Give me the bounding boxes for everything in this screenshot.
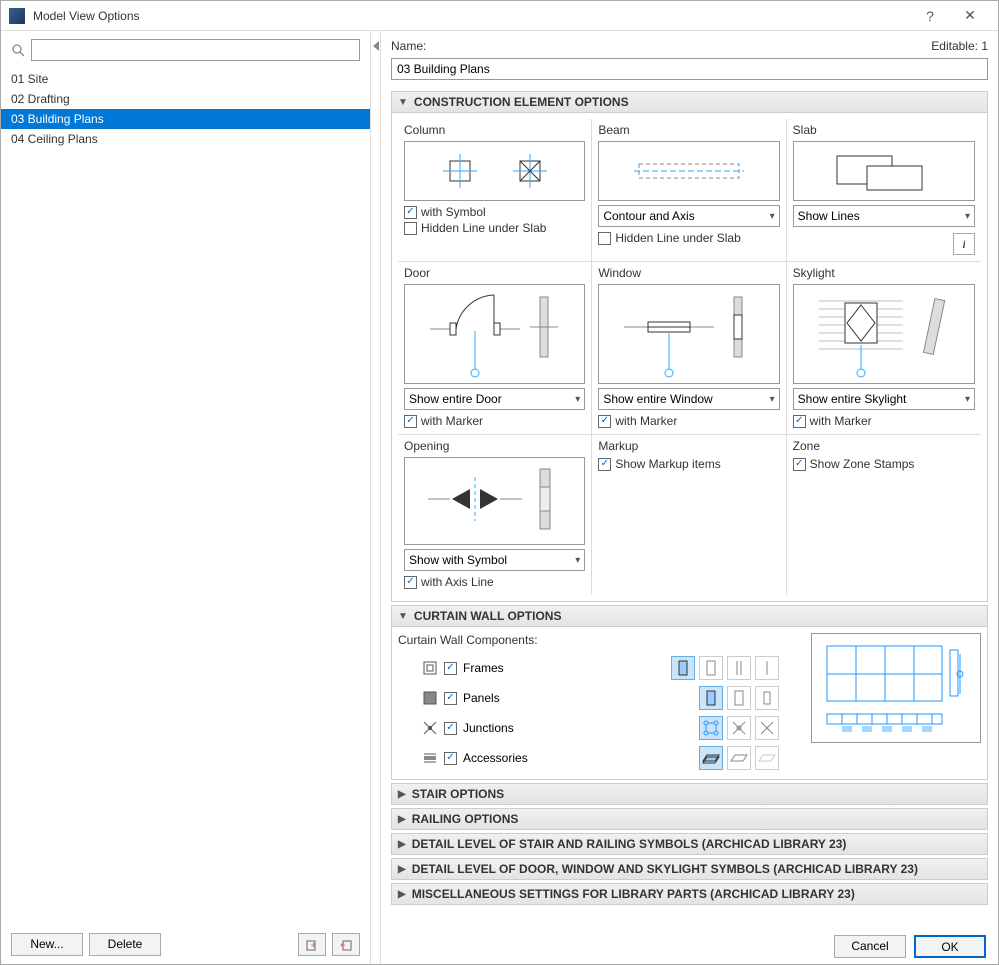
frames-icon	[422, 660, 438, 676]
chevron-down-icon: ▼	[398, 97, 408, 108]
skylight-marker-checkbox[interactable]	[793, 415, 806, 428]
panels-icon	[422, 690, 438, 706]
preset-list[interactable]: 01 Site 02 Drafting 03 Building Plans 04…	[1, 69, 370, 925]
zone-checkbox[interactable]	[793, 458, 806, 471]
column-label: Column	[404, 123, 585, 137]
door-select[interactable]: Show entire Door▾	[404, 388, 585, 410]
window-select[interactable]: Show entire Window▾	[598, 388, 779, 410]
section-detail-stair-header[interactable]: ▶DETAIL LEVEL OF STAIR AND RAILING SYMBO…	[391, 833, 988, 855]
accessories-opt-1[interactable]	[699, 746, 723, 770]
chevron-down-icon: ▾	[965, 211, 970, 222]
list-item[interactable]: 03 Building Plans	[1, 109, 370, 129]
junctions-checkbox[interactable]	[444, 722, 457, 735]
search-input[interactable]	[31, 39, 360, 61]
section-detail-door-header[interactable]: ▶DETAIL LEVEL OF DOOR, WINDOW AND SKYLIG…	[391, 858, 988, 880]
chevron-down-icon: ▾	[770, 394, 775, 405]
cancel-button[interactable]: Cancel	[834, 935, 906, 958]
frames-opt-1[interactable]	[671, 656, 695, 680]
close-button[interactable]: ✕	[950, 3, 990, 28]
section-stair-header[interactable]: ▶STAIR OPTIONS	[391, 783, 988, 805]
window-preview	[598, 284, 779, 384]
with-symbol-checkbox[interactable]	[404, 206, 417, 219]
left-panel: 01 Site 02 Drafting 03 Building Plans 04…	[1, 31, 371, 964]
name-input[interactable]	[391, 58, 988, 80]
chevron-right-icon: ▶	[398, 839, 406, 850]
chevron-right-icon: ▶	[398, 789, 406, 800]
editable-label: Editable: 1	[931, 39, 988, 53]
junctions-opt-1[interactable]	[699, 716, 723, 740]
slab-preview	[793, 141, 975, 201]
beam-preview	[598, 141, 779, 201]
beam-label: Beam	[598, 123, 779, 137]
column-preview	[404, 141, 585, 201]
chevron-down-icon: ▾	[770, 211, 775, 222]
opening-select[interactable]: Show with Symbol▾	[404, 549, 585, 571]
panel-divider[interactable]	[371, 31, 381, 964]
window-label: Window	[598, 266, 779, 280]
opening-preview	[404, 457, 585, 545]
import-button[interactable]	[298, 933, 326, 956]
new-button[interactable]: New...	[11, 933, 83, 956]
chevron-down-icon: ▼	[398, 611, 408, 622]
panels-opt-2[interactable]	[727, 686, 751, 710]
frames-opt-3[interactable]	[727, 656, 751, 680]
delete-button[interactable]: Delete	[89, 933, 161, 956]
export-button[interactable]	[332, 933, 360, 956]
section-curtain-wall-header[interactable]: ▼ CURTAIN WALL OPTIONS	[391, 605, 988, 627]
slab-label: Slab	[793, 123, 975, 137]
hidden-line-checkbox[interactable]	[598, 232, 611, 245]
hidden-line-checkbox[interactable]	[404, 222, 417, 235]
window-title: Model View Options	[33, 9, 910, 23]
right-panel: Name: Editable: 1 ▼ CONSTRUCTION ELEMENT…	[381, 31, 998, 964]
markup-label: Markup	[598, 439, 779, 453]
section-misc-header[interactable]: ▶MISCELLANEOUS SETTINGS FOR LIBRARY PART…	[391, 883, 988, 905]
skylight-label: Skylight	[793, 266, 975, 280]
chevron-right-icon: ▶	[398, 814, 406, 825]
frames-opt-2[interactable]	[699, 656, 723, 680]
markup-checkbox[interactable]	[598, 458, 611, 471]
frames-opt-4[interactable]	[755, 656, 779, 680]
app-icon	[9, 8, 25, 24]
accessories-checkbox[interactable]	[444, 752, 457, 765]
panels-opt-1[interactable]	[699, 686, 723, 710]
door-marker-checkbox[interactable]	[404, 415, 417, 428]
chevron-down-icon: ▾	[965, 394, 970, 405]
accessories-icon	[422, 750, 438, 766]
skylight-preview	[793, 284, 975, 384]
section-construction-header[interactable]: ▼ CONSTRUCTION ELEMENT OPTIONS	[391, 91, 988, 113]
door-label: Door	[404, 266, 585, 280]
chevron-right-icon: ▶	[398, 864, 406, 875]
door-preview	[404, 284, 585, 384]
section-railing-header[interactable]: ▶RAILING OPTIONS	[391, 808, 988, 830]
junctions-opt-3[interactable]	[755, 716, 779, 740]
junctions-opt-2[interactable]	[727, 716, 751, 740]
search-icon	[11, 43, 25, 57]
accessories-opt-2[interactable]	[727, 746, 751, 770]
window-marker-checkbox[interactable]	[598, 415, 611, 428]
list-item[interactable]: 04 Ceiling Plans	[1, 129, 370, 149]
chevron-down-icon: ▾	[575, 555, 580, 566]
list-item[interactable]: 02 Drafting	[1, 89, 370, 109]
ok-button[interactable]: OK	[914, 935, 986, 958]
help-button[interactable]: ?	[910, 4, 950, 28]
accessories-opt-3[interactable]	[755, 746, 779, 770]
cw-components-label: Curtain Wall Components:	[398, 633, 791, 647]
opening-axis-checkbox[interactable]	[404, 576, 417, 589]
opening-label: Opening	[404, 439, 585, 453]
zone-label: Zone	[793, 439, 975, 453]
list-item[interactable]: 01 Site	[1, 69, 370, 89]
info-button[interactable]: i	[953, 233, 975, 255]
junctions-icon	[422, 720, 438, 736]
frames-checkbox[interactable]	[444, 662, 457, 675]
chevron-right-icon: ▶	[398, 889, 406, 900]
slab-select[interactable]: Show Lines▾	[793, 205, 975, 227]
curtain-wall-preview	[811, 633, 981, 743]
skylight-select[interactable]: Show entire Skylight▾	[793, 388, 975, 410]
panels-opt-3[interactable]	[755, 686, 779, 710]
panels-checkbox[interactable]	[444, 692, 457, 705]
beam-select[interactable]: Contour and Axis▾	[598, 205, 779, 227]
chevron-down-icon: ▾	[575, 394, 580, 405]
name-label: Name:	[391, 39, 426, 53]
titlebar: Model View Options ? ✕	[1, 1, 998, 31]
